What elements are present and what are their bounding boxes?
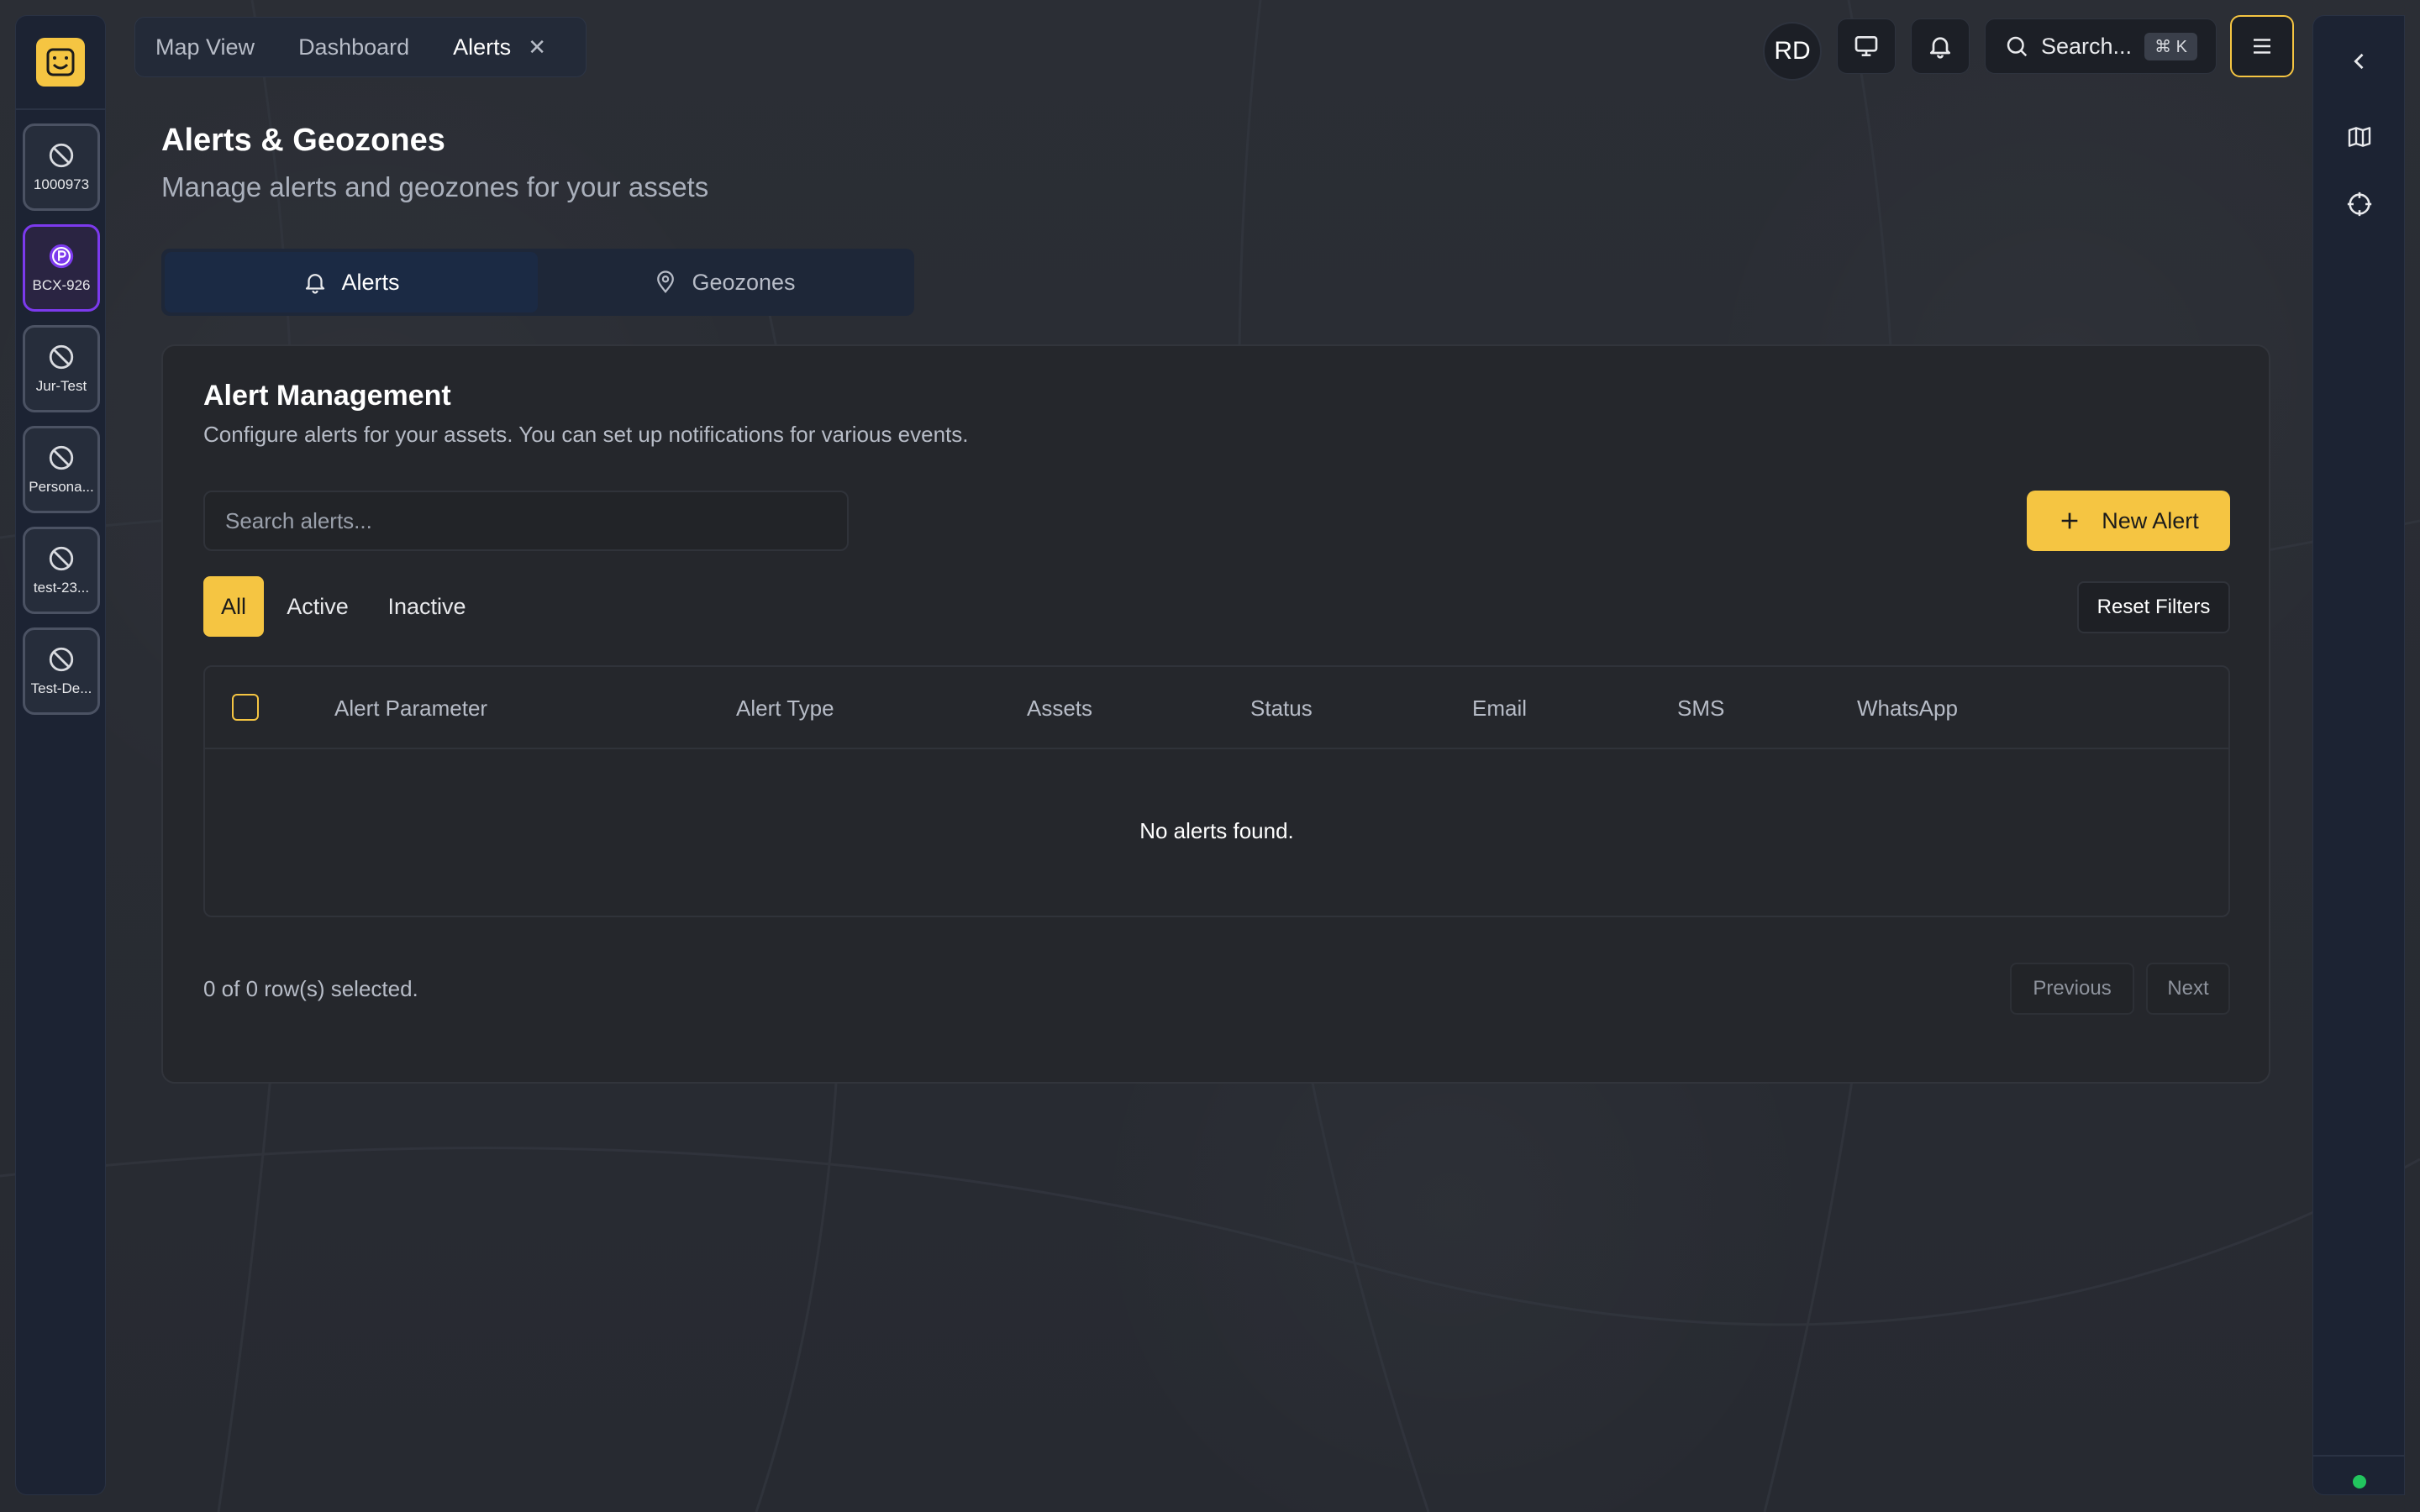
menu-button[interactable]	[2230, 15, 2294, 77]
asset-item-test-23[interactable]: test-23...	[23, 527, 100, 614]
offline-icon	[49, 546, 74, 571]
parking-icon	[49, 244, 74, 269]
column-header[interactable]: WhatsApp	[1857, 696, 1958, 722]
connection-status-dot	[2353, 1475, 2366, 1488]
tab-map-view[interactable]: Map View	[155, 34, 255, 60]
table-header: Alert Parameter Alert Type Assets Status…	[205, 667, 2228, 749]
reset-filters-button[interactable]: Reset Filters	[2077, 581, 2230, 633]
tab-alerts-section-label: Alerts	[341, 269, 400, 295]
offline-icon	[49, 143, 74, 168]
asset-item-bcx-926[interactable]: BCX-926	[23, 224, 100, 312]
card-title: Alert Management	[203, 380, 451, 412]
next-page-button[interactable]: Next	[2146, 963, 2230, 1015]
section-tabs: Alerts Geozones	[161, 249, 914, 316]
bell-icon	[306, 274, 325, 294]
tab-alerts[interactable]: Alerts ✕	[453, 34, 546, 60]
asset-item-personal[interactable]: Persona...	[23, 426, 100, 513]
avatar[interactable]: RD	[1763, 22, 1822, 81]
hamburger-menu-icon	[2254, 39, 2270, 54]
offline-icon	[49, 344, 74, 370]
app-logo[interactable]	[36, 38, 85, 87]
empty-state-message: No alerts found.	[1139, 818, 1294, 843]
search-shortcut-badge: ⌘ K	[2144, 32, 2197, 60]
asset-item-jur-test[interactable]: Jur-Test	[23, 325, 100, 412]
asset-item-test-de[interactable]: Test-De...	[23, 627, 100, 715]
alert-management-card: Alert Management Configure alerts for yo…	[161, 344, 2270, 1084]
map-icon	[2348, 127, 2371, 147]
previous-page-button[interactable]: Previous	[2010, 963, 2134, 1015]
tab-alerts-section[interactable]: Alerts	[165, 252, 538, 312]
asset-label: BCX-926	[32, 277, 91, 293]
new-alert-button[interactable]: New Alert	[2027, 491, 2230, 551]
chevron-left-icon	[2354, 53, 2364, 70]
right-panel-rail	[2312, 15, 2405, 1495]
bell-icon	[1930, 37, 1950, 59]
page-subtitle: Manage alerts and geozones for your asse…	[161, 171, 709, 202]
filter-active[interactable]: Active	[276, 576, 360, 637]
top-tab-bar: Map View Dashboard Alerts ✕	[134, 17, 587, 77]
display-button[interactable]	[1837, 18, 1896, 74]
close-tab-icon[interactable]: ✕	[528, 34, 546, 60]
global-search-button[interactable]: Search... ⌘ K	[1985, 18, 2217, 74]
asset-label: Jur-Test	[35, 378, 87, 394]
tab-geozones-section-label: Geozones	[692, 269, 796, 295]
asset-label: Persona...	[29, 479, 94, 495]
plus-icon	[2061, 512, 2078, 529]
locate-button[interactable]	[2343, 187, 2376, 221]
map-pin-icon	[657, 270, 675, 294]
page-title: Alerts & Geozones	[161, 123, 445, 158]
offline-icon	[49, 445, 74, 470]
crosshair-icon	[2347, 192, 2372, 217]
column-header[interactable]: Email	[1472, 696, 1527, 722]
rail-divider	[16, 108, 105, 110]
asset-label: Test-De...	[30, 680, 92, 696]
notifications-button[interactable]	[1911, 18, 1970, 74]
column-header[interactable]: Alert Type	[736, 696, 834, 722]
asset-label: 1000973	[33, 176, 90, 192]
column-header[interactable]: Assets	[1027, 696, 1092, 722]
select-all-checkbox[interactable]	[232, 694, 259, 721]
monitor-icon	[1854, 35, 1878, 56]
filter-inactive[interactable]: Inactive	[375, 576, 479, 637]
search-alerts-input[interactable]	[203, 491, 849, 551]
column-header[interactable]: Status	[1250, 696, 1313, 722]
selection-count: 0 of 0 row(s) selected.	[203, 976, 418, 1001]
collapse-panel-button[interactable]	[2343, 45, 2376, 78]
tab-geozones-section[interactable]: Geozones	[538, 252, 911, 312]
asset-sidebar: 1000973 BCX-926 Jur-Test Persona... test…	[15, 15, 106, 1495]
offline-icon	[49, 647, 74, 672]
new-alert-label: New Alert	[2102, 507, 2199, 533]
search-icon	[2007, 36, 2028, 57]
global-search-label: Search...	[2041, 33, 2133, 59]
rail-divider	[2313, 1455, 2404, 1457]
tab-dashboard[interactable]: Dashboard	[298, 34, 409, 60]
column-header[interactable]: Alert Parameter	[334, 696, 487, 722]
column-header[interactable]: SMS	[1677, 696, 1724, 722]
asset-label: test-23...	[33, 580, 90, 596]
map-layers-button[interactable]	[2343, 120, 2376, 154]
alerts-table: Alert Parameter Alert Type Assets Status…	[203, 665, 2230, 917]
card-description: Configure alerts for your assets. You ca…	[203, 422, 969, 447]
filter-all[interactable]: All	[203, 576, 264, 637]
smiley-logo-icon	[46, 48, 75, 76]
asset-item-1000973[interactable]: 1000973	[23, 123, 100, 211]
tab-alerts-label: Alerts	[453, 34, 512, 60]
